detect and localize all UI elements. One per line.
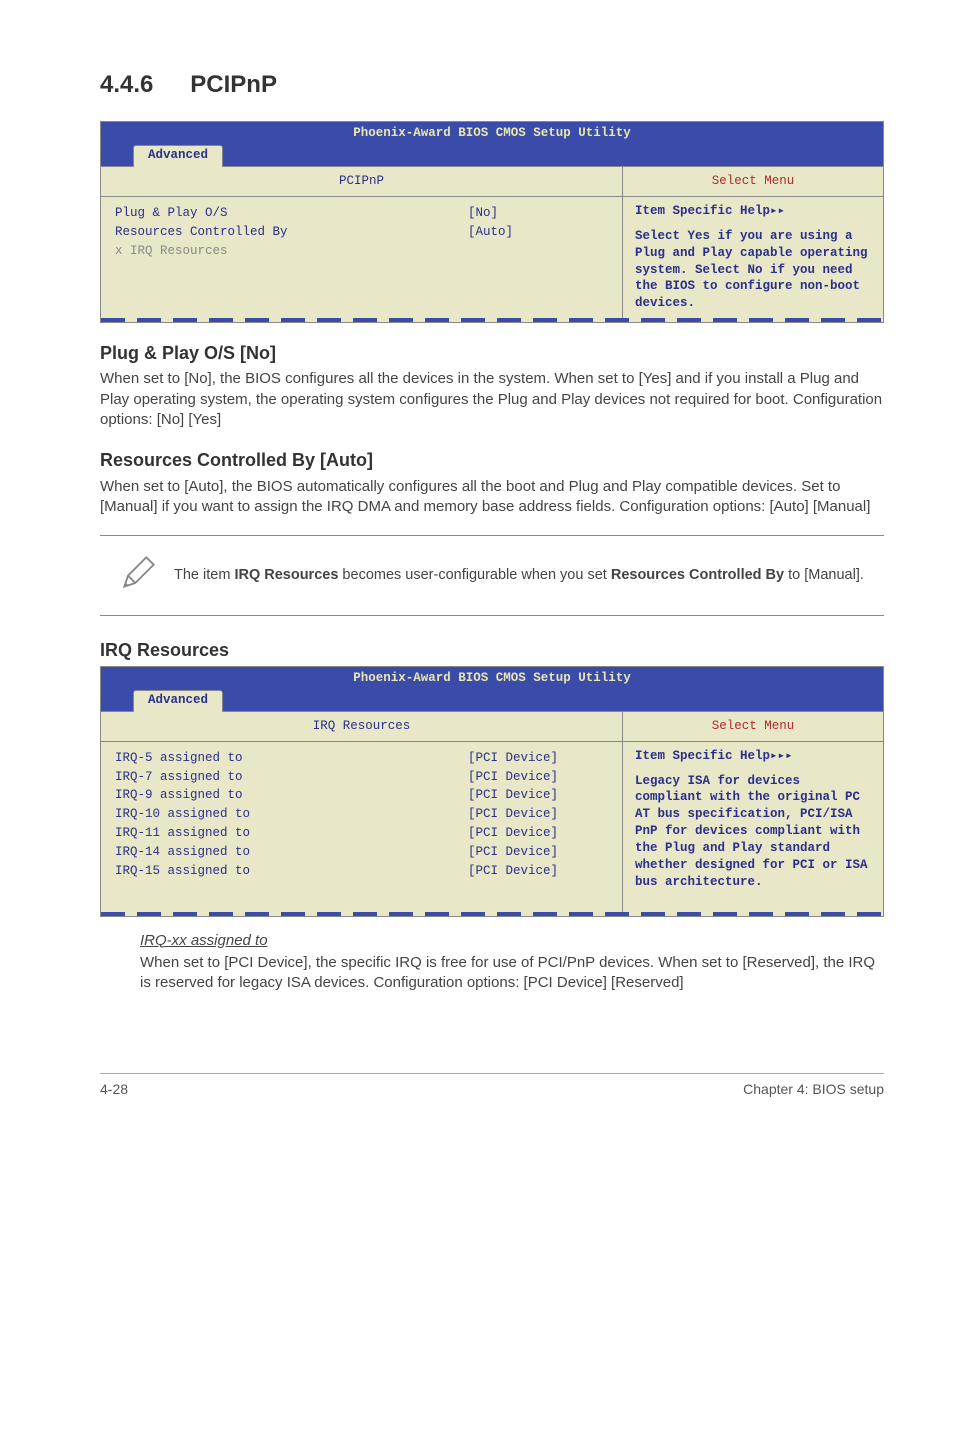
bios-settings-list: Plug & Play O/S [No] Resources Controlle… xyxy=(101,197,623,318)
bios-settings-list: IRQ-5 assigned to[PCI Device]IRQ-7 assig… xyxy=(101,742,623,912)
bios-setting-row[interactable]: Resources Controlled By [Auto] xyxy=(115,224,608,241)
bios-setting-row[interactable]: IRQ-7 assigned to[PCI Device] xyxy=(115,769,608,786)
bios-help-title: Item Specific Help▸▸▸ xyxy=(635,748,871,765)
setting-label: IRQ-7 assigned to xyxy=(115,769,468,786)
bios-setting-row[interactable]: IRQ-9 assigned to[PCI Device] xyxy=(115,787,608,804)
bios-setting-row[interactable]: Plug & Play O/S [No] xyxy=(115,205,608,222)
bios-help-title: Item Specific Help▸▸ xyxy=(635,203,871,220)
setting-value: [PCI Device] xyxy=(468,750,608,767)
section-title: PCIPnP xyxy=(190,71,277,98)
note-mid: becomes user-configurable when you set xyxy=(338,567,610,583)
bios-panel-irq-resources: Phoenix-Award BIOS CMOS Setup Utility Ad… xyxy=(100,666,884,917)
setting-value: [PCI Device] xyxy=(468,825,608,842)
bios-setting-row[interactable]: IRQ-5 assigned to[PCI Device] xyxy=(115,750,608,767)
bios-title: Phoenix-Award BIOS CMOS Setup Utility xyxy=(101,667,883,690)
bios-setting-row[interactable]: IRQ-10 assigned to[PCI Device] xyxy=(115,806,608,823)
setting-label: IRQ-11 assigned to xyxy=(115,825,468,842)
setting-label: IRQ-9 assigned to xyxy=(115,787,468,804)
setting-value: [No] xyxy=(468,205,608,222)
note-bold1: IRQ Resources xyxy=(234,567,338,583)
bios-divider xyxy=(101,318,883,322)
setting-value: [PCI Device] xyxy=(468,787,608,804)
setting-label: Plug & Play O/S xyxy=(115,205,468,222)
bios-setting-row[interactable]: IRQ-14 assigned to[PCI Device] xyxy=(115,844,608,861)
page-number: 4-28 xyxy=(100,1080,128,1099)
bios-panel-title: PCIPnP xyxy=(101,167,623,196)
subsection-heading: Plug & Play O/S [No] xyxy=(100,341,884,365)
setting-label: IRQ-14 assigned to xyxy=(115,844,468,861)
chevron-right-icon: ▸▸▸ xyxy=(770,749,793,763)
bios-select-menu: Select Menu xyxy=(623,167,883,196)
section-heading: 4.4.6 PCIPnP xyxy=(100,60,884,103)
bios-title: Phoenix-Award BIOS CMOS Setup Utility xyxy=(101,122,883,145)
bios-tab-advanced[interactable]: Advanced xyxy=(133,145,223,167)
bios-help-panel: Item Specific Help▸▸ Select Yes if you a… xyxy=(623,197,883,318)
bios-divider xyxy=(101,912,883,916)
setting-value: [PCI Device] xyxy=(468,769,608,786)
bios-help-body: Select Yes if you are using a Plug and P… xyxy=(635,228,871,312)
bios-setting-row-disabled: x IRQ Resources xyxy=(115,243,608,260)
chapter-label: Chapter 4: BIOS setup xyxy=(743,1080,884,1099)
note-callout: The item IRQ Resources becomes user-conf… xyxy=(100,535,884,616)
subsection-body: When set to [No], the BIOS configures al… xyxy=(100,369,884,430)
bios-tabrow: Advanced xyxy=(101,690,883,708)
help-title-text: Item Specific Help xyxy=(635,204,770,218)
pencil-icon xyxy=(104,550,174,601)
setting-label: Resources Controlled By xyxy=(115,224,468,241)
bios-help-body: Legacy ISA for devices compliant with th… xyxy=(635,773,871,891)
note-text: The item IRQ Resources becomes user-conf… xyxy=(174,566,880,586)
bios-panel-title: IRQ Resources xyxy=(101,712,623,741)
setting-label: x IRQ Resources xyxy=(115,243,468,260)
subsection-heading: IRQ Resources xyxy=(100,638,884,662)
chevron-right-icon: ▸▸ xyxy=(770,204,785,218)
section-number: 4.4.6 xyxy=(100,71,153,98)
subsection-body: When set to [Auto], the BIOS automatical… xyxy=(100,477,884,518)
setting-value: [PCI Device] xyxy=(468,863,608,880)
setting-label: IRQ-10 assigned to xyxy=(115,806,468,823)
setting-value: [PCI Device] xyxy=(468,844,608,861)
setting-value: [Auto] xyxy=(468,224,608,241)
setting-value xyxy=(468,243,608,260)
note-bold2: Resources Controlled By xyxy=(611,567,784,583)
bios-select-menu: Select Menu xyxy=(623,712,883,741)
subsection-heading: Resources Controlled By [Auto] xyxy=(100,448,884,472)
note-post: to [Manual]. xyxy=(784,567,864,583)
bios-tabrow: Advanced xyxy=(101,145,883,163)
help-title-text: Item Specific Help xyxy=(635,749,770,763)
bios-setting-row[interactable]: IRQ-11 assigned to[PCI Device] xyxy=(115,825,608,842)
bios-panel-pcipnp: Phoenix-Award BIOS CMOS Setup Utility Ad… xyxy=(100,121,884,323)
bios-setting-row[interactable]: IRQ-15 assigned to[PCI Device] xyxy=(115,863,608,880)
setting-value: [PCI Device] xyxy=(468,806,608,823)
note-pre: The item xyxy=(174,567,234,583)
bios-help-panel: Item Specific Help▸▸▸ Legacy ISA for dev… xyxy=(623,742,883,912)
setting-label: IRQ-5 assigned to xyxy=(115,750,468,767)
irq-subheading: IRQ-xx assigned to xyxy=(140,931,884,951)
setting-label: IRQ-15 assigned to xyxy=(115,863,468,880)
irq-body: When set to [PCI Device], the specific I… xyxy=(140,953,884,994)
page-footer: 4-28 Chapter 4: BIOS setup xyxy=(100,1073,884,1099)
bios-tab-advanced[interactable]: Advanced xyxy=(133,690,223,712)
